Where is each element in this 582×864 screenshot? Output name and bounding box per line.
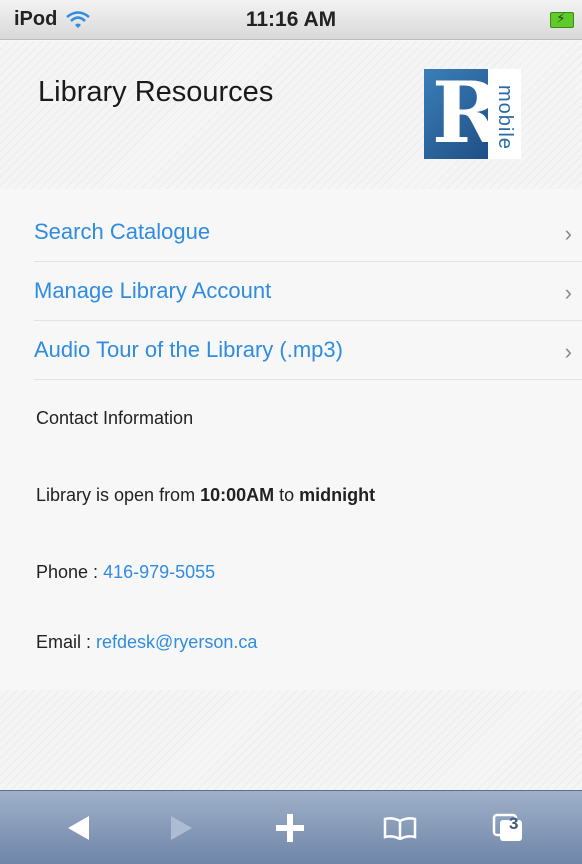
logo-text: mobile: [494, 84, 516, 150]
menu-item-search-catalogue[interactable]: Search Catalogue ›: [34, 203, 582, 262]
resource-menu: Search Catalogue › Manage Library Accoun…: [0, 203, 582, 380]
pages-button[interactable]: 3: [478, 791, 538, 864]
charging-bolt-icon: ⚡: [556, 10, 566, 26]
phone-label: Phone :: [36, 562, 104, 582]
book-icon: [383, 817, 417, 840]
forward-button[interactable]: [152, 791, 212, 864]
hours-open: 10:00AM: [200, 485, 275, 505]
logo-block: R: [424, 69, 502, 159]
chevron-right-icon: ›: [564, 339, 572, 364]
phone-row: Phone : 416-979-5055: [36, 562, 215, 583]
bookmarks-button[interactable]: [370, 791, 430, 864]
page-title: Library Resources: [38, 76, 274, 108]
tabs-count-badge: 3: [509, 814, 519, 833]
email-label: Email :: [36, 632, 97, 652]
email-link[interactable]: refdesk@ryerson.ca: [96, 632, 257, 652]
wifi-icon: [65, 10, 91, 30]
hours-close: midnight: [299, 485, 376, 505]
forward-arrow-icon: [171, 816, 192, 840]
browser-toolbar: 3: [0, 790, 582, 864]
menu-item-label: Audio Tour of the Library (.mp3): [34, 337, 343, 362]
carrier-label: iPod: [14, 8, 58, 30]
battery-icon: ⚡: [550, 10, 574, 28]
status-bar: iPod 11:16 AM ⚡: [0, 0, 582, 40]
hours-text: Library is open from 10:00AM to midnight: [36, 485, 375, 506]
phone-link[interactable]: 416-979-5055: [103, 562, 215, 582]
hours-mid: to: [274, 485, 300, 505]
chevron-right-icon: ›: [564, 280, 572, 305]
plus-icon: [276, 814, 304, 842]
pages-icon: [492, 813, 522, 841]
add-bookmark-button[interactable]: [260, 791, 320, 864]
back-arrow-icon: [68, 816, 89, 840]
hours-prefix: Library is open from: [36, 485, 201, 505]
menu-item-label: Search Catalogue: [34, 219, 211, 244]
carrier: iPod: [14, 8, 91, 31]
rmobile-logo: R mobile: [424, 69, 521, 159]
back-button[interactable]: [48, 791, 108, 864]
chevron-right-icon: ›: [564, 221, 572, 246]
menu-item-manage-account[interactable]: Manage Library Account ›: [34, 262, 582, 321]
menu-item-label: Manage Library Account: [34, 278, 272, 303]
menu-item-audio-tour[interactable]: Audio Tour of the Library (.mp3) ›: [34, 321, 582, 380]
email-row: Email : refdesk@ryerson.ca: [36, 632, 257, 653]
contact-heading: Contact Information: [36, 408, 194, 428]
footer-band: [0, 690, 582, 790]
